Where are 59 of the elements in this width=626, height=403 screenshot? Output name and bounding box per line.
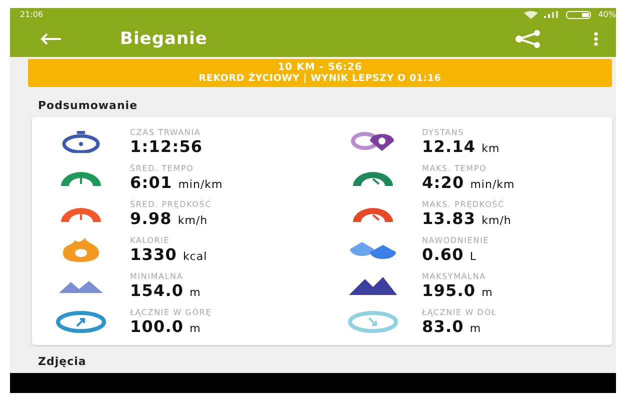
gauge-icon (351, 169, 395, 187)
stat-label: ŁĄCZNIE W DÓŁ (422, 308, 497, 317)
signal-icon (544, 11, 560, 18)
stat-unit: min/km (178, 178, 223, 191)
section-title: Zdjęcia (38, 355, 88, 368)
gauge-icon (59, 169, 103, 187)
stat-unit: km (482, 142, 500, 155)
stat-value: 0.60 (422, 245, 464, 264)
stat-label: KALORIE (130, 236, 171, 245)
stat-label: MINIMALNA (130, 272, 184, 281)
stat-label: ŚRED. TEMPO (130, 164, 195, 173)
stat-value: 83.0 (422, 317, 464, 336)
status-time: 21:06 (20, 10, 44, 20)
stat-unit: min/km (470, 178, 515, 191)
stat-label: NAWODNIENIE (422, 236, 489, 245)
stat-value: 1330 (130, 245, 177, 264)
more-menu-icon[interactable] (594, 32, 598, 46)
stat-value: 9.98 (130, 209, 172, 228)
stat-unit: km/h (178, 214, 208, 227)
stat-value: 195.0 (422, 281, 476, 300)
up-arrow-circle-icon (55, 311, 107, 333)
stat-unit: m (482, 286, 493, 299)
stat-label: ŁĄCZNIE W GÓRĘ (130, 308, 212, 317)
battery-percent: 40% (598, 10, 616, 20)
stopwatch-icon (61, 131, 101, 153)
stat-value: 1:12:56 (130, 137, 203, 156)
stat-value: 12.14 (422, 137, 476, 156)
stat-unit: m (190, 322, 201, 335)
location-pins-icon (350, 132, 396, 152)
stat-value: 100.0 (130, 317, 184, 336)
mountains-icon (59, 279, 103, 293)
water-drops-icon (348, 240, 398, 260)
stat-unit: m (190, 286, 201, 299)
mountains-icon (349, 277, 397, 295)
section-title: Podsumowanie (38, 99, 139, 112)
stat-label: DYSTANS (422, 128, 466, 137)
gauge-icon (59, 205, 103, 223)
record-result: 10 KM - 56:26 (278, 62, 362, 73)
stat-value: 6:01 (130, 173, 172, 192)
wifi-icon (524, 10, 538, 19)
stat-label: MAKS. PRĘDKOŚĆ (422, 200, 506, 209)
stat-value: 4:20 (422, 173, 464, 192)
stat-unit: L (470, 250, 477, 263)
screen-title: Bieganie (120, 29, 208, 50)
battery-icon (566, 10, 592, 19)
record-note: REKORD ŻYCIOWY | WYNIK LEPSZY O 01:16 (198, 72, 442, 84)
stat-label: MAKS. TEMPO (422, 164, 488, 173)
stat-unit: kcal (182, 250, 208, 263)
stat-label: ŚRED. PRĘDKOŚĆ (130, 200, 212, 209)
gauge-icon (351, 205, 395, 223)
down-arrow-circle-icon (347, 311, 399, 333)
stat-label: MAKSYMALNA (422, 272, 487, 281)
stat-value: 13.83 (422, 209, 476, 228)
stat-unit: km/h (482, 214, 512, 227)
back-arrow-icon[interactable] (40, 33, 62, 46)
stat-label: CZAS TRWANIA (130, 128, 202, 137)
stat-unit: m (470, 322, 482, 335)
share-icon[interactable] (514, 30, 542, 48)
stat-value: 154.0 (130, 281, 184, 300)
